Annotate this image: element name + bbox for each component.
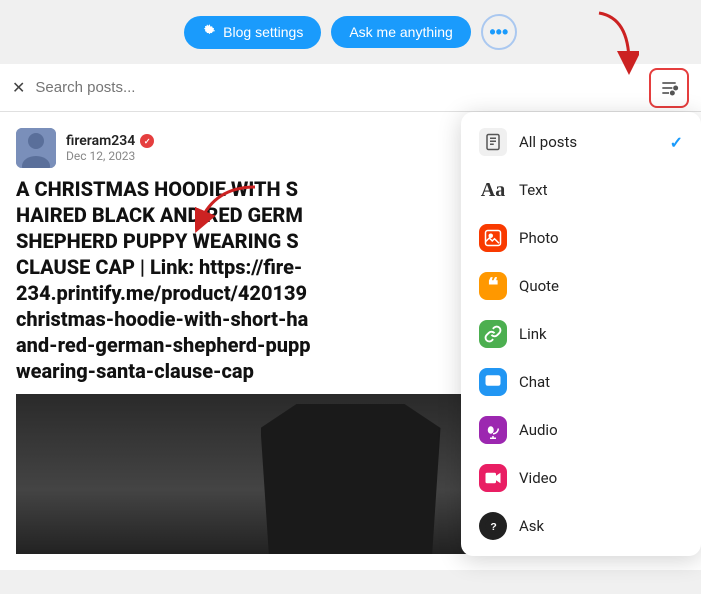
gear-icon: [202, 24, 216, 41]
ask-anything-label: Ask me anything: [349, 24, 453, 40]
more-button[interactable]: •••: [481, 14, 517, 50]
search-input[interactable]: [35, 79, 641, 96]
quote-label: Quote: [519, 277, 683, 295]
svg-text:?: ?: [490, 521, 496, 533]
audio-label: Audio: [519, 421, 683, 439]
username: fireram234 ✓: [66, 133, 154, 149]
video-icon: [479, 464, 507, 492]
photo-icon: [479, 224, 507, 252]
chat-label: Chat: [519, 373, 683, 391]
close-search-button[interactable]: ✕: [12, 78, 25, 97]
main-content: fireram234 ✓ Dec 12, 2023 A CHRISTMAS HO…: [0, 112, 701, 570]
user-info: fireram234 ✓ Dec 12, 2023: [66, 133, 154, 163]
filter-option-ask[interactable]: ? Ask: [461, 502, 701, 550]
text-label: Text: [519, 181, 683, 199]
avatar: [16, 128, 56, 168]
filter-option-video[interactable]: Video: [461, 454, 701, 502]
svg-text:hi!: hi!: [488, 378, 496, 385]
filter-option-audio[interactable]: Audio: [461, 406, 701, 454]
filter-option-allposts[interactable]: All posts ✓: [461, 118, 701, 166]
ask-anything-button[interactable]: Ask me anything: [331, 16, 471, 48]
filter-button[interactable]: [649, 68, 689, 108]
dots-icon: •••: [489, 22, 508, 43]
verified-badge: ✓: [140, 134, 154, 148]
chat-icon: hi!: [479, 368, 507, 396]
blog-settings-label: Blog settings: [223, 24, 303, 40]
allposts-checkmark: ✓: [670, 133, 683, 152]
filter-option-link[interactable]: Link: [461, 310, 701, 358]
text-icon: Aa: [479, 176, 507, 204]
blog-settings-button[interactable]: Blog settings: [184, 16, 321, 49]
link-label: Link: [519, 325, 683, 343]
allposts-label: All posts: [519, 133, 658, 151]
search-bar: ✕: [0, 64, 701, 112]
post-date: Dec 12, 2023: [66, 149, 154, 163]
photo-label: Photo: [519, 229, 683, 247]
avatar-image: [16, 128, 56, 168]
filter-dropdown: All posts ✓ Aa Text Photo ❝ Quote: [461, 112, 701, 556]
audio-icon: [479, 416, 507, 444]
filter-option-text[interactable]: Aa Text: [461, 166, 701, 214]
quote-icon: ❝: [479, 272, 507, 300]
filter-option-quote[interactable]: ❝ Quote: [461, 262, 701, 310]
document-icon: [479, 128, 507, 156]
ask-icon: ?: [479, 512, 507, 540]
hoodie-illustration: [261, 404, 441, 554]
ask-label: Ask: [519, 517, 683, 535]
filter-option-photo[interactable]: Photo: [461, 214, 701, 262]
top-bar: Blog settings Ask me anything •••: [0, 0, 701, 64]
filter-option-chat[interactable]: hi! Chat: [461, 358, 701, 406]
link-icon: [479, 320, 507, 348]
video-label: Video: [519, 469, 683, 487]
